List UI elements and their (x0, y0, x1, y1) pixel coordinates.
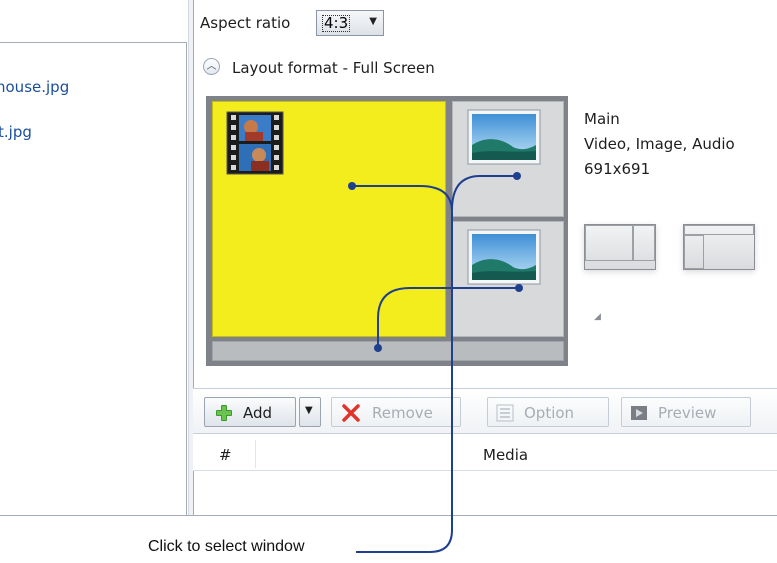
preview-button[interactable]: Preview (621, 397, 751, 427)
film-icon (226, 111, 284, 175)
option-button[interactable]: Option (487, 397, 609, 427)
picture-icon (467, 109, 541, 165)
remove-label: Remove (372, 404, 433, 422)
picture-icon (467, 229, 541, 285)
column-divider[interactable] (255, 440, 256, 468)
window-resolution: 691x691 (584, 160, 651, 178)
aspect-ratio-label: Aspect ratio (200, 14, 291, 32)
chevron-down-icon: ▼ (305, 405, 313, 416)
callout-label: Click to select window (148, 538, 305, 555)
column-media[interactable]: Media (483, 446, 528, 464)
layout-format-title: Layout format - Full Screen (232, 59, 435, 77)
screenshot-root: house.jpg t.jpg Aspect ratio 4:3 ▼ ︿ Lay… (0, 0, 777, 563)
layout-option-1-main (585, 225, 633, 261)
media-table-header: # Media (193, 434, 777, 471)
window-media-types: Video, Image, Audio (584, 135, 735, 153)
layout-option-1-side (633, 225, 655, 261)
column-number[interactable]: # (219, 446, 232, 464)
main-window-slot[interactable] (212, 101, 446, 337)
app-window: house.jpg t.jpg Aspect ratio 4:3 ▼ ︿ Lay… (0, 0, 777, 516)
option-label: Option (524, 404, 575, 422)
layout-option-2-left (684, 235, 704, 269)
bottom-window-slot[interactable] (212, 341, 564, 361)
play-icon (631, 406, 647, 420)
file-item-house[interactable]: house.jpg (0, 78, 69, 96)
layout-option-2[interactable] (683, 224, 755, 270)
file-item-t[interactable]: t.jpg (0, 123, 32, 141)
media-toolbar: Add ▼ Remove Option Preview (193, 388, 777, 434)
layout-option-1[interactable] (584, 224, 656, 270)
collapse-icon[interactable]: ︿ (203, 58, 220, 75)
add-button[interactable]: Add (204, 397, 296, 427)
add-dropdown-button[interactable]: ▼ (299, 397, 321, 427)
file-list-panel[interactable]: house.jpg t.jpg (0, 42, 187, 515)
remove-button[interactable]: Remove (331, 397, 461, 427)
x-icon (342, 404, 360, 422)
layout-preview (206, 96, 568, 366)
layout-option-2-top (684, 225, 754, 235)
preview-label: Preview (658, 404, 717, 422)
secondary-window-slot-1[interactable] (452, 101, 564, 217)
plus-icon (216, 405, 232, 421)
chevron-down-icon: ▼ (369, 16, 377, 27)
secondary-window-slot-2[interactable] (452, 221, 564, 337)
cursor-icon: ◢ (594, 312, 601, 322)
aspect-ratio-select[interactable]: 4:3 ▼ (316, 10, 384, 36)
aspect-ratio-value: 4:3 (322, 14, 351, 32)
add-label: Add (243, 404, 273, 422)
list-icon (496, 404, 514, 422)
window-name: Main (584, 110, 620, 128)
